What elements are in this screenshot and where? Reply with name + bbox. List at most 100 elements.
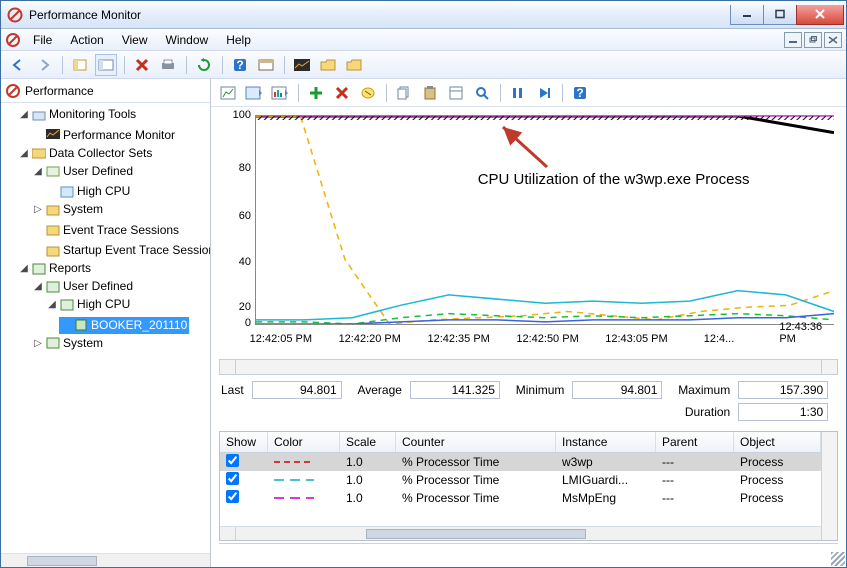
tree-r-system[interactable]: System (63, 335, 103, 352)
counter-hscrollbar[interactable] (220, 526, 821, 540)
reports-highcpu-icon (59, 298, 75, 312)
view-report-button[interactable] (269, 82, 291, 104)
show-checkbox[interactable] (226, 490, 239, 503)
table-row[interactable]: 1.0% Processor TimeMsMpEng---Process (220, 489, 821, 507)
back-button[interactable] (7, 54, 29, 76)
col-color[interactable]: Color (268, 432, 340, 452)
reports-userdef-icon (45, 280, 61, 294)
tree-report-item[interactable]: BOOKER_201110 (91, 317, 187, 334)
stats-bar: Last Average Minimum Maximum Duration (211, 375, 846, 427)
paste-button[interactable] (419, 82, 441, 104)
xtick: 12:4... (704, 333, 735, 345)
properties-chart-button[interactable] (445, 82, 467, 104)
counter-header[interactable]: Show Color Scale Counter Instance Parent… (220, 432, 821, 453)
properties-button[interactable] (95, 54, 117, 76)
zoom-button[interactable] (471, 82, 493, 104)
counter-vscrollbar[interactable] (821, 432, 837, 540)
min-label: Minimum (516, 383, 565, 397)
tree-selected-item[interactable]: BOOKER_201110 (59, 317, 189, 334)
app-window: Performance Monitor File Action View Win… (0, 0, 847, 568)
chart-toolbar: ? (211, 79, 846, 107)
mdi-minimize-button[interactable] (784, 32, 802, 48)
tree-highcpu[interactable]: High CPU (77, 183, 130, 200)
monitor-icon (45, 128, 61, 142)
chart-hscrollbar[interactable] (219, 359, 838, 375)
print-button[interactable] (157, 54, 179, 76)
view-histogram-button[interactable] (243, 82, 265, 104)
forward-button[interactable] (33, 54, 55, 76)
copy-button[interactable] (393, 82, 415, 104)
table-row[interactable]: 1.0% Processor TimeLMIGuardi...---Proces… (220, 471, 821, 489)
menu-window[interactable]: Window (158, 31, 217, 49)
col-object[interactable]: Object (734, 432, 821, 452)
refresh-button[interactable] (193, 54, 215, 76)
xtick: 12:43:05 PM (605, 333, 667, 345)
folder-icon (31, 108, 47, 122)
menu-action[interactable]: Action (62, 31, 111, 49)
mdi-close-button[interactable] (824, 32, 842, 48)
help-button[interactable]: ? (229, 54, 251, 76)
menu-help[interactable]: Help (218, 31, 259, 49)
xtick: 12:42:20 PM (339, 333, 401, 345)
tree-monitoring-tools[interactable]: Monitoring Tools (49, 106, 136, 123)
show-checkbox[interactable] (226, 472, 239, 485)
mdi-restore-button[interactable] (804, 32, 822, 48)
titlebar[interactable]: Performance Monitor (1, 1, 846, 29)
main-toolbar: ? (1, 51, 846, 79)
show-checkbox[interactable] (226, 454, 239, 467)
open-button[interactable] (317, 54, 339, 76)
tree-ets[interactable]: Event Trace Sessions (63, 222, 179, 239)
freeze-button[interactable] (507, 82, 529, 104)
menu-view[interactable]: View (114, 31, 156, 49)
ytick: 100 (217, 109, 251, 121)
tree-r-userdef[interactable]: User Defined (63, 278, 133, 295)
col-scale[interactable]: Scale (340, 432, 396, 452)
close-button[interactable] (796, 5, 844, 25)
col-counter[interactable]: Counter (396, 432, 556, 452)
tree-root-label[interactable]: Performance (25, 84, 94, 98)
maximize-button[interactable] (763, 5, 797, 25)
system-icon (45, 203, 61, 217)
view-chart-button[interactable] (217, 82, 239, 104)
max-value (738, 381, 828, 399)
col-instance[interactable]: Instance (556, 432, 656, 452)
min-value (572, 381, 662, 399)
col-show[interactable]: Show (220, 432, 268, 452)
minimize-button[interactable] (730, 5, 764, 25)
avg-label: Average (357, 383, 401, 397)
add-counter-button[interactable] (305, 82, 327, 104)
dcs-icon (31, 146, 47, 160)
tree-hscrollbar[interactable] (1, 553, 210, 567)
status-area (219, 543, 838, 563)
avg-value (410, 381, 500, 399)
tree-sets[interactable]: Startup Event Trace Sessions (63, 242, 210, 259)
perfmon-small-icon (5, 83, 21, 99)
last-label: Last (221, 383, 244, 397)
update-button[interactable] (533, 82, 555, 104)
menu-file[interactable]: File (25, 31, 60, 49)
delete-button[interactable] (131, 54, 153, 76)
table-row[interactable]: 1.0% Processor Timew3wp---Process (220, 453, 821, 471)
xtick: 12:42:50 PM (516, 333, 578, 345)
counter-list: Show Color Scale Counter Instance Parent… (219, 431, 838, 541)
show-hide-tree-button[interactable] (69, 54, 91, 76)
tree-userdef[interactable]: User Defined (63, 163, 133, 180)
tree-pane: Performance ◢Monitoring Tools Performanc… (1, 79, 211, 567)
console-button[interactable] (255, 54, 277, 76)
nav-tree[interactable]: ◢Monitoring Tools Performance Monitor ◢D… (1, 103, 210, 553)
remove-counter-button[interactable] (331, 82, 353, 104)
tree-system[interactable]: System (63, 201, 103, 218)
folder-button[interactable] (343, 54, 365, 76)
tree-r-highcpu[interactable]: High CPU (77, 296, 130, 313)
ytick: 0 (217, 317, 251, 329)
tree-perfmon[interactable]: Performance Monitor (63, 127, 175, 144)
chart-help-button[interactable]: ? (569, 82, 591, 104)
tree-dcs[interactable]: Data Collector Sets (49, 145, 152, 162)
highlight-button[interactable] (357, 82, 379, 104)
tree-reports[interactable]: Reports (49, 260, 91, 277)
resize-grip-icon[interactable] (831, 552, 845, 566)
black-icon[interactable] (291, 54, 313, 76)
col-parent[interactable]: Parent (656, 432, 734, 452)
ytick: 40 (217, 256, 251, 268)
app-icon (7, 7, 23, 23)
